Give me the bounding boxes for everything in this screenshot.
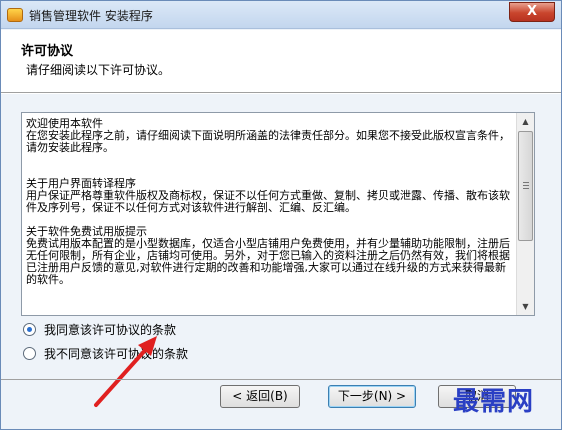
back-button[interactable]: < 返回(B) [220, 385, 300, 408]
watermark-logo: 最需网 [453, 387, 535, 417]
installer-window: 销售管理软件 安装程序 X 许可协议 请仔细阅读以下许可协议。 欢迎使用本软件 … [0, 0, 562, 430]
annotation-arrow-icon [94, 336, 157, 407]
next-button[interactable]: 下一步(N) > [328, 385, 416, 408]
footer-divider [1, 379, 561, 380]
